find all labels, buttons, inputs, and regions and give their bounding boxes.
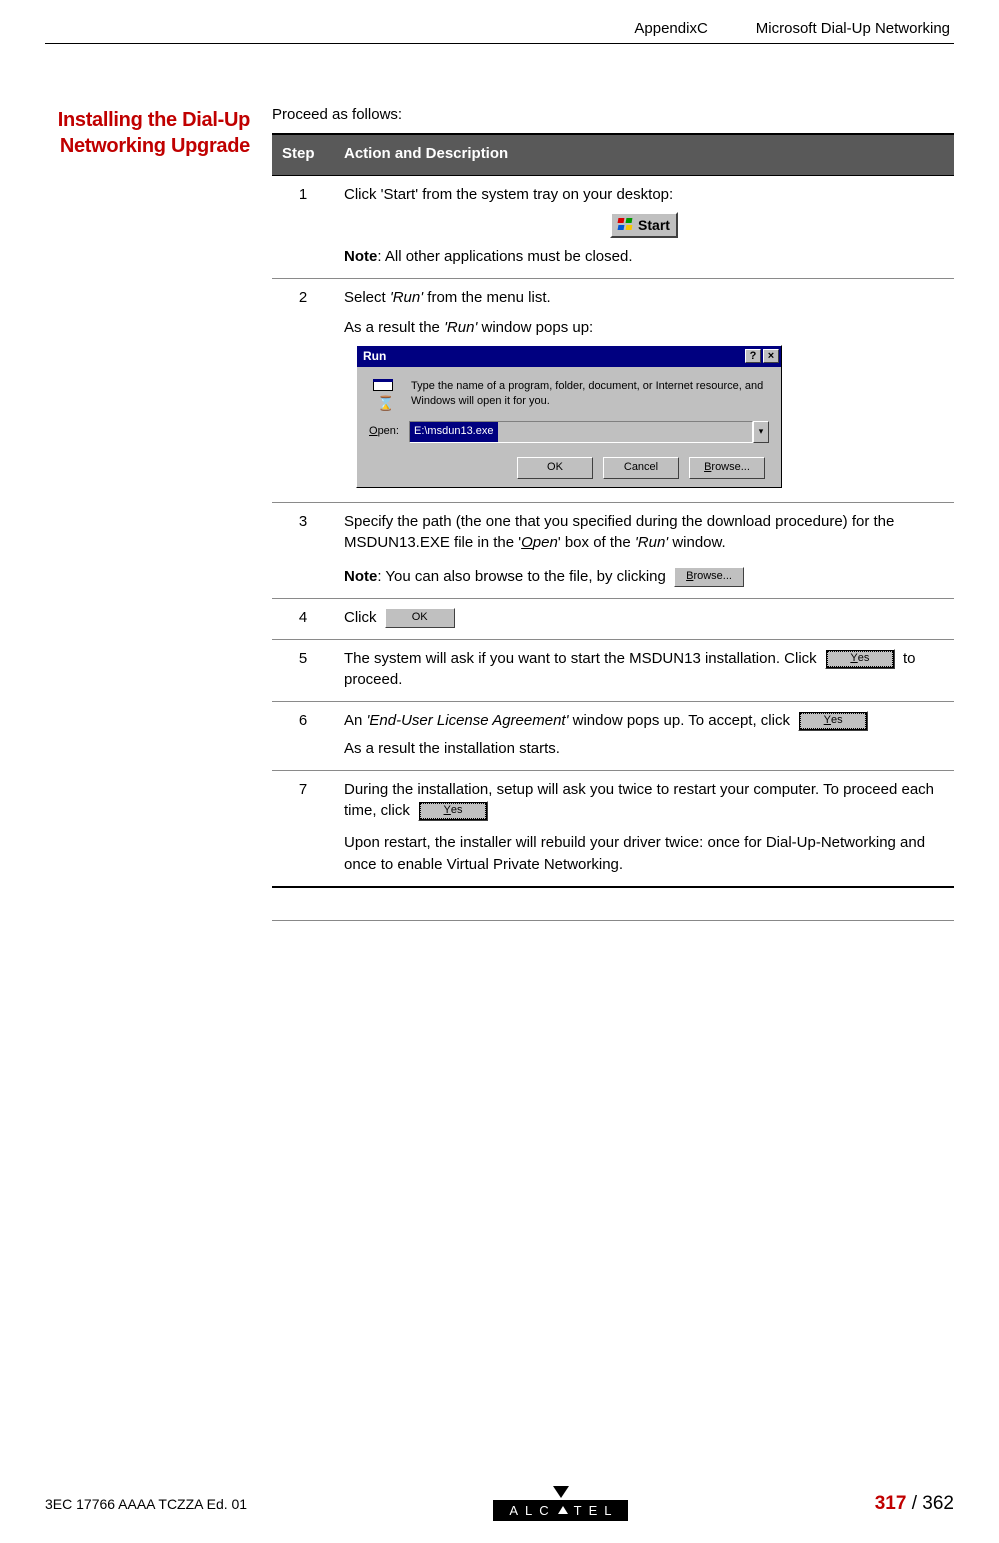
main-content: Proceed as follows: Step Action and Desc… — [272, 104, 954, 888]
alcatel-logo: ALCTEL — [493, 1486, 628, 1521]
step-number: 4 — [272, 598, 334, 639]
step-note: Note: You can also browse to the file, b… — [344, 566, 944, 588]
section-end-rule — [272, 920, 954, 921]
step-number: 5 — [272, 639, 334, 702]
table-row: 1 Click 'Start' from the system tray on … — [272, 175, 954, 278]
ok-button[interactable]: OK — [385, 608, 455, 628]
step-text: Click 'Start' from the system tray on yo… — [344, 184, 944, 206]
yes-button[interactable]: Yes — [418, 801, 488, 821]
cancel-button[interactable]: Cancel — [603, 457, 679, 479]
triangle-down-icon — [553, 1486, 569, 1498]
run-titlebar: Run ? × — [357, 346, 781, 367]
start-button-label: Start — [638, 215, 670, 235]
step-text: The system will ask if you want to start… — [344, 650, 817, 667]
appendix-label: AppendixC — [634, 20, 707, 37]
section-side-heading: Installing the Dial-Up Networking Upgrad… — [45, 104, 250, 888]
step-text: As a result the 'Run' window pops up: — [344, 317, 944, 339]
header-rule — [45, 43, 954, 44]
doc-id: 3EC 17766 AAAA TCZZA Ed. 01 — [45, 1496, 247, 1512]
step-text: An 'End-User License Agreement' window p… — [344, 710, 944, 732]
step-text: As a result the installation starts. — [344, 738, 944, 760]
hourglass-icon — [377, 393, 391, 407]
help-button[interactable]: ? — [745, 349, 761, 363]
step-number: 1 — [272, 175, 334, 278]
table-row: 4 Click OK — [272, 598, 954, 639]
step-number: 6 — [272, 702, 334, 771]
step-number: 7 — [272, 770, 334, 887]
dropdown-button[interactable]: ▾ — [753, 421, 769, 443]
open-input[interactable]: E:\msdun13.exe — [409, 421, 753, 443]
windows-flag-icon — [618, 218, 634, 232]
step-text: Upon restart, the installer will rebuild… — [344, 832, 944, 876]
col-step: Step — [272, 134, 334, 175]
steps-table: Step Action and Description 1 Click 'Sta… — [272, 133, 954, 888]
step-text: Select 'Run' from the menu list. — [344, 287, 944, 309]
step-note: Note: All other applications must be clo… — [344, 246, 944, 268]
step-number: 2 — [272, 279, 334, 503]
open-label: Open: — [369, 424, 399, 440]
run-dialog: Run ? × — [356, 345, 782, 488]
intro-text: Proceed as follows: — [272, 106, 954, 123]
start-button[interactable]: Start — [610, 212, 678, 238]
page-footer: 3EC 17766 AAAA TCZZA Ed. 01 ALCTEL 317 /… — [45, 1486, 954, 1521]
run-title-text: Run — [363, 348, 386, 365]
step-text: During the installation, setup will ask … — [344, 779, 944, 823]
close-button[interactable]: × — [763, 349, 779, 363]
step-number: 3 — [272, 502, 334, 598]
step-text: Click — [344, 609, 377, 626]
table-row: 2 Select 'Run' from the menu list. As a … — [272, 279, 954, 503]
page-header: AppendixC Microsoft Dial-Up Networking — [45, 20, 954, 37]
run-app-icon — [369, 379, 401, 407]
yes-button[interactable]: Yes — [825, 649, 895, 669]
browse-button[interactable]: Browse... — [689, 457, 765, 479]
table-row: 3 Specify the path (the one that you spe… — [272, 502, 954, 598]
table-row: 5 The system will ask if you want to sta… — [272, 639, 954, 702]
triangle-up-icon — [558, 1506, 568, 1514]
ok-button[interactable]: OK — [517, 457, 593, 479]
step-text: Specify the path (the one that you speci… — [344, 511, 944, 555]
table-row: 7 During the installation, setup will as… — [272, 770, 954, 887]
yes-button[interactable]: Yes — [798, 711, 868, 731]
page-number: 317 / 362 — [875, 1493, 954, 1515]
table-row: 6 An 'End-User License Agreement' window… — [272, 702, 954, 771]
header-title: Microsoft Dial-Up Networking — [756, 20, 950, 37]
col-action: Action and Description — [334, 134, 954, 175]
run-prompt-text: Type the name of a program, folder, docu… — [411, 379, 769, 409]
browse-button[interactable]: Browse... — [674, 567, 744, 587]
